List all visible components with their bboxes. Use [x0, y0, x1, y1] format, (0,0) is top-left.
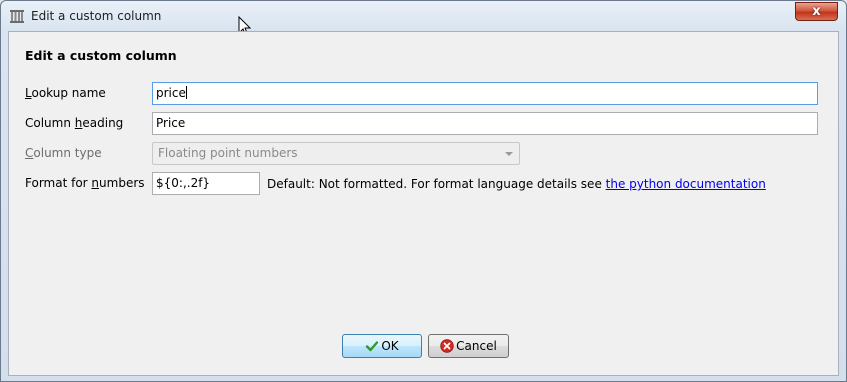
- close-button[interactable]: x: [795, 2, 838, 21]
- chevron-down-icon: [505, 152, 513, 156]
- column-type-select[interactable]: Floating point numbers: [152, 142, 520, 165]
- format-help-text: Default: Not formatted. For format langu…: [267, 177, 766, 191]
- cancel-icon: [440, 339, 454, 353]
- column-type-label: Column type: [25, 146, 102, 160]
- dialog-body: Edit a custom column Lookup name price C…: [8, 31, 839, 376]
- app-icon: [10, 10, 24, 23]
- ok-label: OK: [381, 339, 399, 353]
- title-bar[interactable]: Edit a custom column x: [1, 1, 846, 31]
- lookup-name-input[interactable]: price: [152, 82, 818, 105]
- dialog-window: Edit a custom column x Edit a custom col…: [0, 0, 847, 382]
- column-heading-label: Column heading: [25, 116, 124, 130]
- column-heading-input[interactable]: Price: [152, 112, 818, 135]
- lookup-name-label: Lookup name: [25, 86, 106, 100]
- window-title: Edit a custom column: [31, 9, 162, 23]
- python-documentation-link[interactable]: the python documentation: [606, 177, 766, 191]
- format-input[interactable]: ${0:,.2f}: [152, 172, 260, 195]
- format-label: Format for numbers: [25, 176, 145, 190]
- close-icon: x: [812, 4, 821, 19]
- ok-button[interactable]: OK: [342, 334, 422, 358]
- dialog-heading: Edit a custom column: [25, 48, 177, 63]
- checkmark-icon: [366, 341, 379, 352]
- cancel-label: Cancel: [456, 339, 497, 353]
- column-type-value: Floating point numbers: [158, 146, 298, 160]
- cancel-button[interactable]: Cancel: [428, 334, 509, 358]
- text-caret: [185, 86, 187, 99]
